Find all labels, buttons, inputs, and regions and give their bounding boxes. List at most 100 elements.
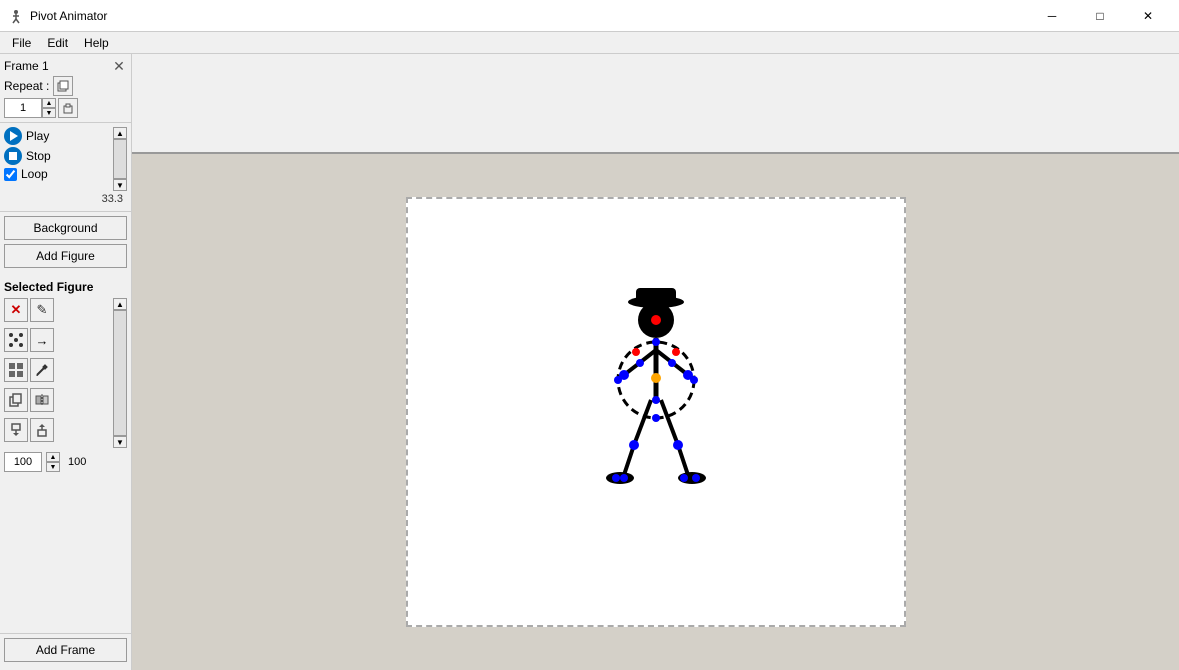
tools-row-5	[4, 418, 109, 446]
frames-section: Frame 1 ✕ Repeat : 1 ▲ ▼	[0, 54, 131, 123]
tools-scrollbar: ▲ ▼	[113, 298, 127, 448]
size-spin-down[interactable]: ▼	[46, 462, 60, 472]
frame-label: Frame 1	[4, 59, 49, 73]
delete-figure-button[interactable]: ✕	[4, 298, 28, 322]
play-button[interactable]: Play	[4, 127, 109, 145]
copy-down-icon	[9, 423, 23, 437]
scroll-track[interactable]	[113, 139, 127, 179]
menu-edit[interactable]: Edit	[39, 34, 76, 52]
title-bar: Pivot Animator ─ □ ✕	[0, 0, 1179, 32]
title-bar-controls: ─ □ ✕	[1029, 2, 1171, 30]
maximize-button[interactable]: □	[1077, 2, 1123, 30]
fps-row: 33.3	[4, 191, 127, 207]
action-buttons-section: Background Add Figure	[0, 212, 131, 276]
title-bar-left: Pivot Animator	[8, 8, 107, 24]
clone-nodes-button[interactable]	[4, 328, 28, 352]
tools-row-2: →	[4, 328, 109, 356]
stickman-svg	[596, 280, 716, 520]
loop-checkbox[interactable]	[4, 168, 17, 181]
frame-item: Frame 1 ✕	[4, 58, 127, 74]
paste-up-button[interactable]	[30, 418, 54, 442]
background-button[interactable]: Background	[4, 216, 127, 240]
stickman-container	[596, 280, 716, 520]
stop-button[interactable]: Stop	[4, 147, 109, 165]
add-frame-button[interactable]: Add Frame	[4, 638, 127, 662]
scroll-down-arrow[interactable]: ▼	[113, 179, 127, 191]
app-icon	[8, 8, 24, 24]
selected-figure-section: Selected Figure ✕ ✎	[0, 276, 131, 633]
grid-icon	[8, 362, 24, 378]
play-label: Play	[26, 129, 49, 143]
size-input[interactable]: 100	[4, 452, 42, 472]
scroll-up-arrow[interactable]: ▲	[113, 127, 127, 139]
tools-row-3	[4, 358, 109, 386]
clone-nodes-icon	[8, 332, 24, 348]
mirror-icon	[35, 393, 49, 407]
controls-section: Play Stop Loop ▲ ▼	[0, 123, 131, 212]
grid-button[interactable]	[4, 358, 28, 382]
copy-down-button[interactable]	[4, 418, 28, 442]
stop-label: Stop	[26, 149, 51, 163]
add-figure-button[interactable]: Add Figure	[4, 244, 127, 268]
size-spin-buttons: ▲ ▼	[46, 452, 60, 472]
frame-close-button[interactable]: ✕	[111, 58, 127, 74]
repeat-spin-row: 1 ▲ ▼	[4, 98, 127, 118]
app-body: Frame 1 ✕ Repeat : 1 ▲ ▼	[0, 54, 1179, 670]
tools-grid-4	[4, 388, 54, 412]
repeat-row: Repeat :	[4, 76, 127, 96]
copy-figure-icon	[9, 393, 23, 407]
play-circle-icon	[4, 127, 22, 145]
tools-grid-3	[4, 358, 54, 382]
repeat-label: Repeat :	[4, 79, 49, 93]
mirror-figure-button[interactable]	[30, 388, 54, 412]
right-panel	[132, 54, 1179, 670]
stop-square-icon	[9, 152, 17, 160]
animation-canvas[interactable]	[406, 197, 906, 627]
app-title: Pivot Animator	[30, 9, 107, 23]
menu-bar: File Edit Help	[0, 32, 1179, 54]
move-figure-button[interactable]: →	[30, 328, 54, 352]
delete-icon: ✕	[11, 302, 22, 318]
repeat-spin-up[interactable]: ▲	[42, 98, 56, 108]
size-spin-up[interactable]: ▲	[46, 452, 60, 462]
minimize-button[interactable]: ─	[1029, 2, 1075, 30]
repeat-spin-buttons: ▲ ▼	[42, 98, 56, 118]
eyedropper-icon	[35, 363, 49, 377]
canvas-area	[132, 154, 1179, 670]
color-picker-button[interactable]	[30, 358, 54, 382]
tools-row-4	[4, 388, 109, 416]
paste-icon	[62, 102, 74, 114]
edit-figure-button[interactable]: ✎	[30, 298, 54, 322]
tools-scroll-up[interactable]: ▲	[113, 298, 127, 310]
size-row: 100 ▲ ▼ 100	[4, 452, 127, 472]
pencil-icon: ✎	[37, 302, 48, 318]
repeat-copy-button[interactable]	[53, 76, 73, 96]
arrow-right-icon: →	[36, 333, 49, 348]
loop-label: Loop	[21, 167, 48, 181]
play-triangle-icon	[10, 131, 18, 141]
stop-circle-icon	[4, 147, 22, 165]
repeat-input[interactable]: 1	[4, 98, 42, 118]
paste-up-icon	[35, 423, 49, 437]
tools-grid-2: →	[4, 328, 54, 352]
repeat-spin-down[interactable]: ▼	[42, 108, 56, 118]
figure-tools-container: ✕ ✎	[4, 298, 127, 448]
selected-figure-title: Selected Figure	[4, 280, 127, 294]
repeat-paste-button[interactable]	[58, 98, 78, 118]
menu-help[interactable]: Help	[76, 34, 117, 52]
menu-file[interactable]: File	[4, 34, 39, 52]
size-max-label: 100	[68, 456, 86, 468]
loop-row: Loop	[4, 167, 109, 181]
left-panel: Frame 1 ✕ Repeat : 1 ▲ ▼	[0, 54, 132, 670]
tools-row-1: ✕ ✎	[4, 298, 109, 326]
close-button[interactable]: ✕	[1125, 2, 1171, 30]
fps-value: 33.3	[102, 193, 123, 205]
add-frame-section: Add Frame	[0, 633, 131, 670]
figure-tools: ✕ ✎	[4, 298, 109, 448]
tools-scroll-down[interactable]: ▼	[113, 436, 127, 448]
copy-figure-button[interactable]	[4, 388, 28, 412]
copy-icon	[57, 80, 69, 92]
tools-grid-1: ✕ ✎	[4, 298, 54, 322]
tools-scroll-track[interactable]	[113, 310, 127, 436]
frame-strip	[132, 54, 1179, 154]
